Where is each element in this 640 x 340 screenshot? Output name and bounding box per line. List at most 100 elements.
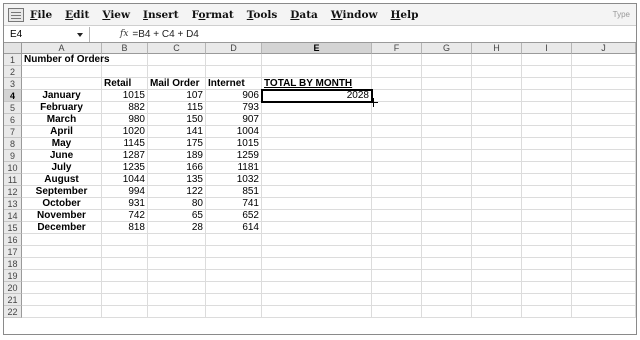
column-header-e[interactable]: E — [262, 43, 372, 54]
cell-h15[interactable] — [472, 222, 522, 234]
row-header-3[interactable]: 3 — [4, 78, 22, 90]
cell-d16[interactable] — [206, 234, 262, 246]
cell-g18[interactable] — [422, 258, 472, 270]
column-header-b[interactable]: B — [102, 43, 148, 54]
cell-b22[interactable] — [102, 306, 148, 318]
cell-h12[interactable] — [472, 186, 522, 198]
cell-i2[interactable] — [522, 66, 572, 78]
cell-g8[interactable] — [422, 138, 472, 150]
cell-i18[interactable] — [522, 258, 572, 270]
retail-value[interactable]: 1044 — [102, 174, 148, 186]
retail-value[interactable]: 818 — [102, 222, 148, 234]
cell-i21[interactable] — [522, 294, 572, 306]
retail-value[interactable]: 1015 — [102, 90, 148, 102]
retail-value[interactable]: 1287 — [102, 150, 148, 162]
cell-i20[interactable] — [522, 282, 572, 294]
cell-g16[interactable] — [422, 234, 472, 246]
cell-h19[interactable] — [472, 270, 522, 282]
chevron-down-icon[interactable] — [77, 32, 83, 37]
cell-a2[interactable] — [22, 66, 102, 78]
cell-j19[interactable] — [572, 270, 636, 282]
cell-i16[interactable] — [522, 234, 572, 246]
cell-b16[interactable] — [102, 234, 148, 246]
column-header-d[interactable]: D — [206, 43, 262, 54]
row-header-10[interactable]: 10 — [4, 162, 22, 174]
mail-order-value[interactable]: 28 — [148, 222, 206, 234]
total-value[interactable] — [262, 150, 372, 162]
workbook-icon[interactable] — [8, 7, 24, 22]
cell-f6[interactable] — [372, 114, 422, 126]
cell-a22[interactable] — [22, 306, 102, 318]
cell-g15[interactable] — [422, 222, 472, 234]
cell-h9[interactable] — [472, 150, 522, 162]
row-header-22[interactable]: 22 — [4, 306, 22, 318]
cell-f22[interactable] — [372, 306, 422, 318]
row-header-21[interactable]: 21 — [4, 294, 22, 306]
cell-f11[interactable] — [372, 174, 422, 186]
cell-j16[interactable] — [572, 234, 636, 246]
total-value[interactable] — [262, 114, 372, 126]
column-header-f[interactable]: F — [372, 43, 422, 54]
menu-item[interactable]: File — [30, 9, 52, 21]
cell-e20[interactable] — [262, 282, 372, 294]
cell-i8[interactable] — [522, 138, 572, 150]
cell-g5[interactable] — [422, 102, 472, 114]
month-label[interactable]: September — [22, 186, 102, 198]
cell-j8[interactable] — [572, 138, 636, 150]
row-header-13[interactable]: 13 — [4, 198, 22, 210]
cell-f8[interactable] — [372, 138, 422, 150]
total-value[interactable] — [262, 138, 372, 150]
cell-f20[interactable] — [372, 282, 422, 294]
cell-f10[interactable] — [372, 162, 422, 174]
retail-value[interactable]: 742 — [102, 210, 148, 222]
cell-f19[interactable] — [372, 270, 422, 282]
retail-value[interactable]: 980 — [102, 114, 148, 126]
month-label[interactable]: November — [22, 210, 102, 222]
cell-f1[interactable] — [372, 54, 422, 66]
mail-order-value[interactable]: 122 — [148, 186, 206, 198]
cell-d22[interactable] — [206, 306, 262, 318]
cell-d20[interactable] — [206, 282, 262, 294]
cell-d21[interactable] — [206, 294, 262, 306]
mail-order-value[interactable]: 115 — [148, 102, 206, 114]
month-label[interactable]: July — [22, 162, 102, 174]
cell-i1[interactable] — [522, 54, 572, 66]
internet-value[interactable]: 906 — [206, 90, 262, 102]
cell-i11[interactable] — [522, 174, 572, 186]
cell-h14[interactable] — [472, 210, 522, 222]
retail-value[interactable]: 1145 — [102, 138, 148, 150]
cell-b1[interactable] — [102, 54, 148, 66]
cell-i4[interactable] — [522, 90, 572, 102]
cell-g2[interactable] — [422, 66, 472, 78]
cell-h11[interactable] — [472, 174, 522, 186]
cell-c22[interactable] — [148, 306, 206, 318]
month-label[interactable]: October — [22, 198, 102, 210]
month-label[interactable]: March — [22, 114, 102, 126]
row-header-18[interactable]: 18 — [4, 258, 22, 270]
cell-a17[interactable] — [22, 246, 102, 258]
header-internet[interactable]: Internet — [206, 78, 262, 90]
cell-j21[interactable] — [572, 294, 636, 306]
select-all-corner[interactable] — [4, 43, 22, 54]
mail-order-value[interactable]: 150 — [148, 114, 206, 126]
retail-value[interactable]: 931 — [102, 198, 148, 210]
cell-c2[interactable] — [148, 66, 206, 78]
total-value[interactable] — [262, 222, 372, 234]
cell-i3[interactable] — [522, 78, 572, 90]
header-mail-order[interactable]: Mail Order — [148, 78, 206, 90]
cell-h13[interactable] — [472, 198, 522, 210]
retail-value[interactable]: 1020 — [102, 126, 148, 138]
cell-b18[interactable] — [102, 258, 148, 270]
row-header-5[interactable]: 5 — [4, 102, 22, 114]
cell-f12[interactable] — [372, 186, 422, 198]
cell-h20[interactable] — [472, 282, 522, 294]
cell-i13[interactable] — [522, 198, 572, 210]
total-value[interactable] — [262, 102, 372, 114]
row-header-6[interactable]: 6 — [4, 114, 22, 126]
cell-j20[interactable] — [572, 282, 636, 294]
cell-d1[interactable] — [206, 54, 262, 66]
cell-g7[interactable] — [422, 126, 472, 138]
cell-h18[interactable] — [472, 258, 522, 270]
cell-j18[interactable] — [572, 258, 636, 270]
cell-j9[interactable] — [572, 150, 636, 162]
